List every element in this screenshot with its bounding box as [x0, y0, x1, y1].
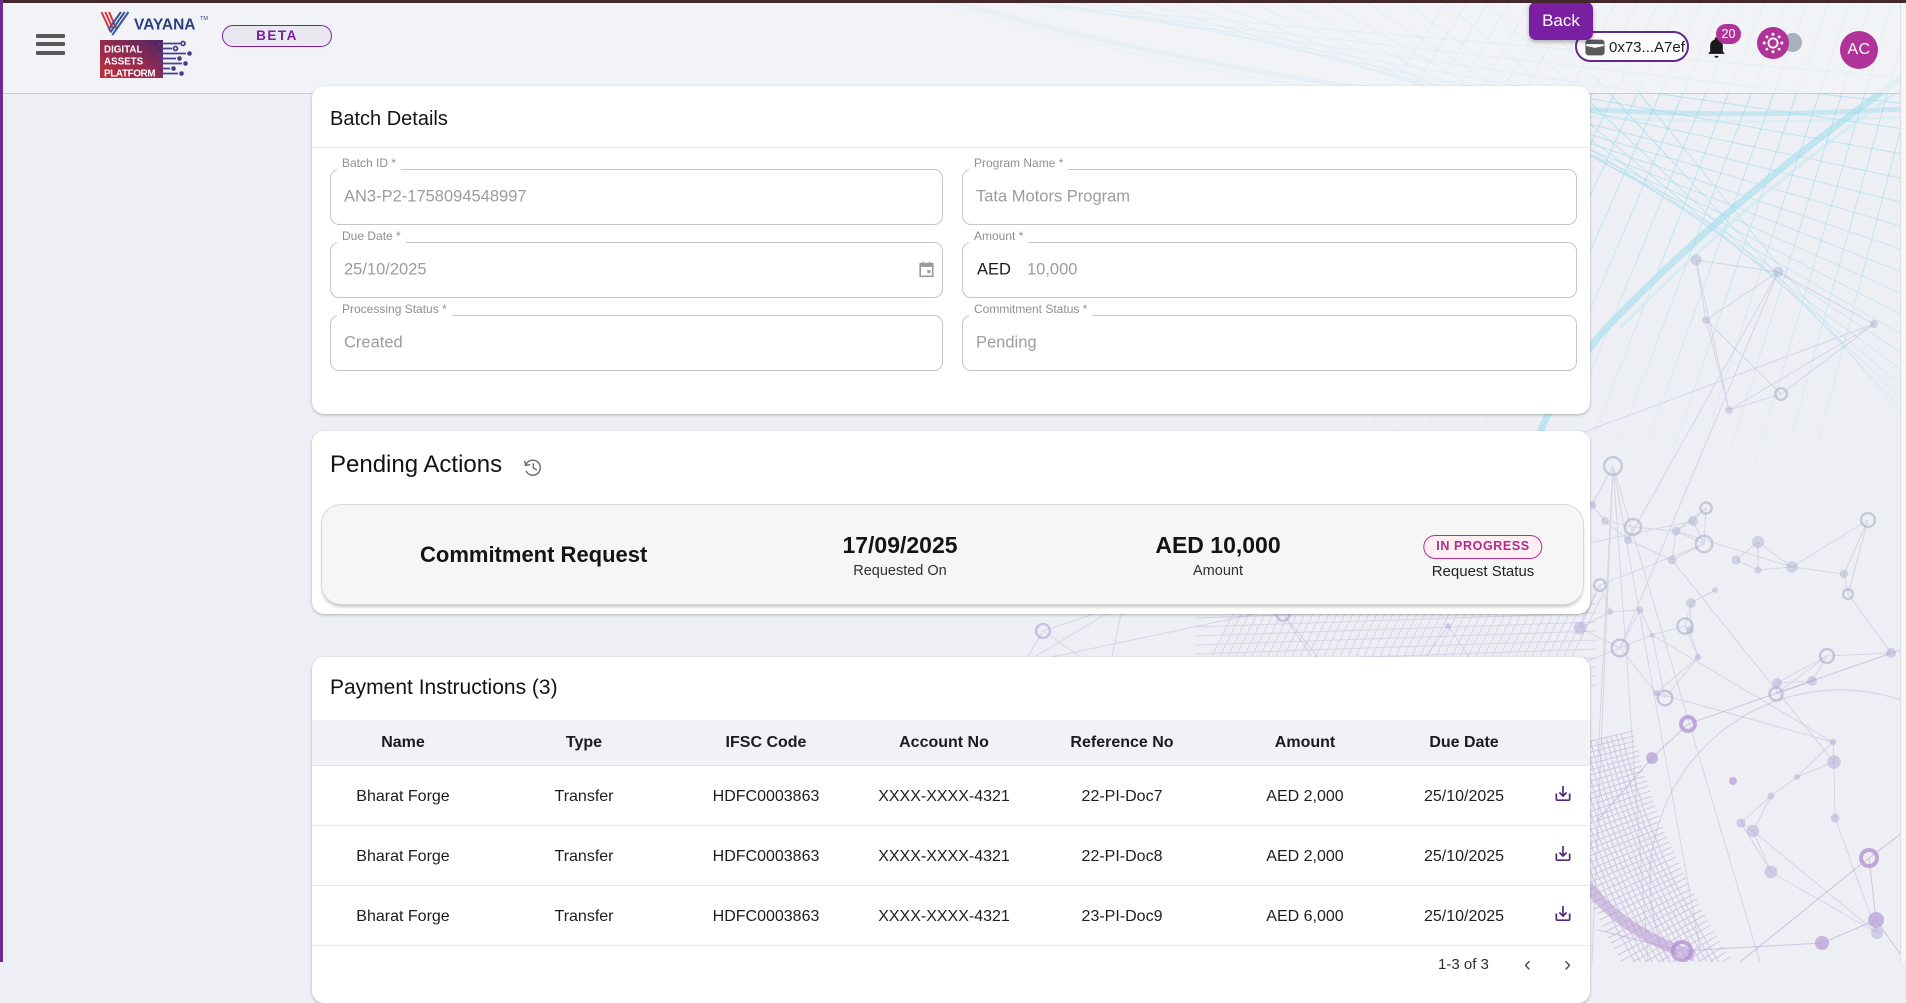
svg-text:ASSETS: ASSETS — [104, 57, 144, 68]
svg-text:PLATFORM: PLATFORM — [104, 69, 155, 80]
svg-text:DIGITAL: DIGITAL — [104, 45, 142, 56]
svg-text:VAYANA: VAYANA — [134, 17, 195, 34]
svg-text:TM: TM — [200, 16, 208, 22]
